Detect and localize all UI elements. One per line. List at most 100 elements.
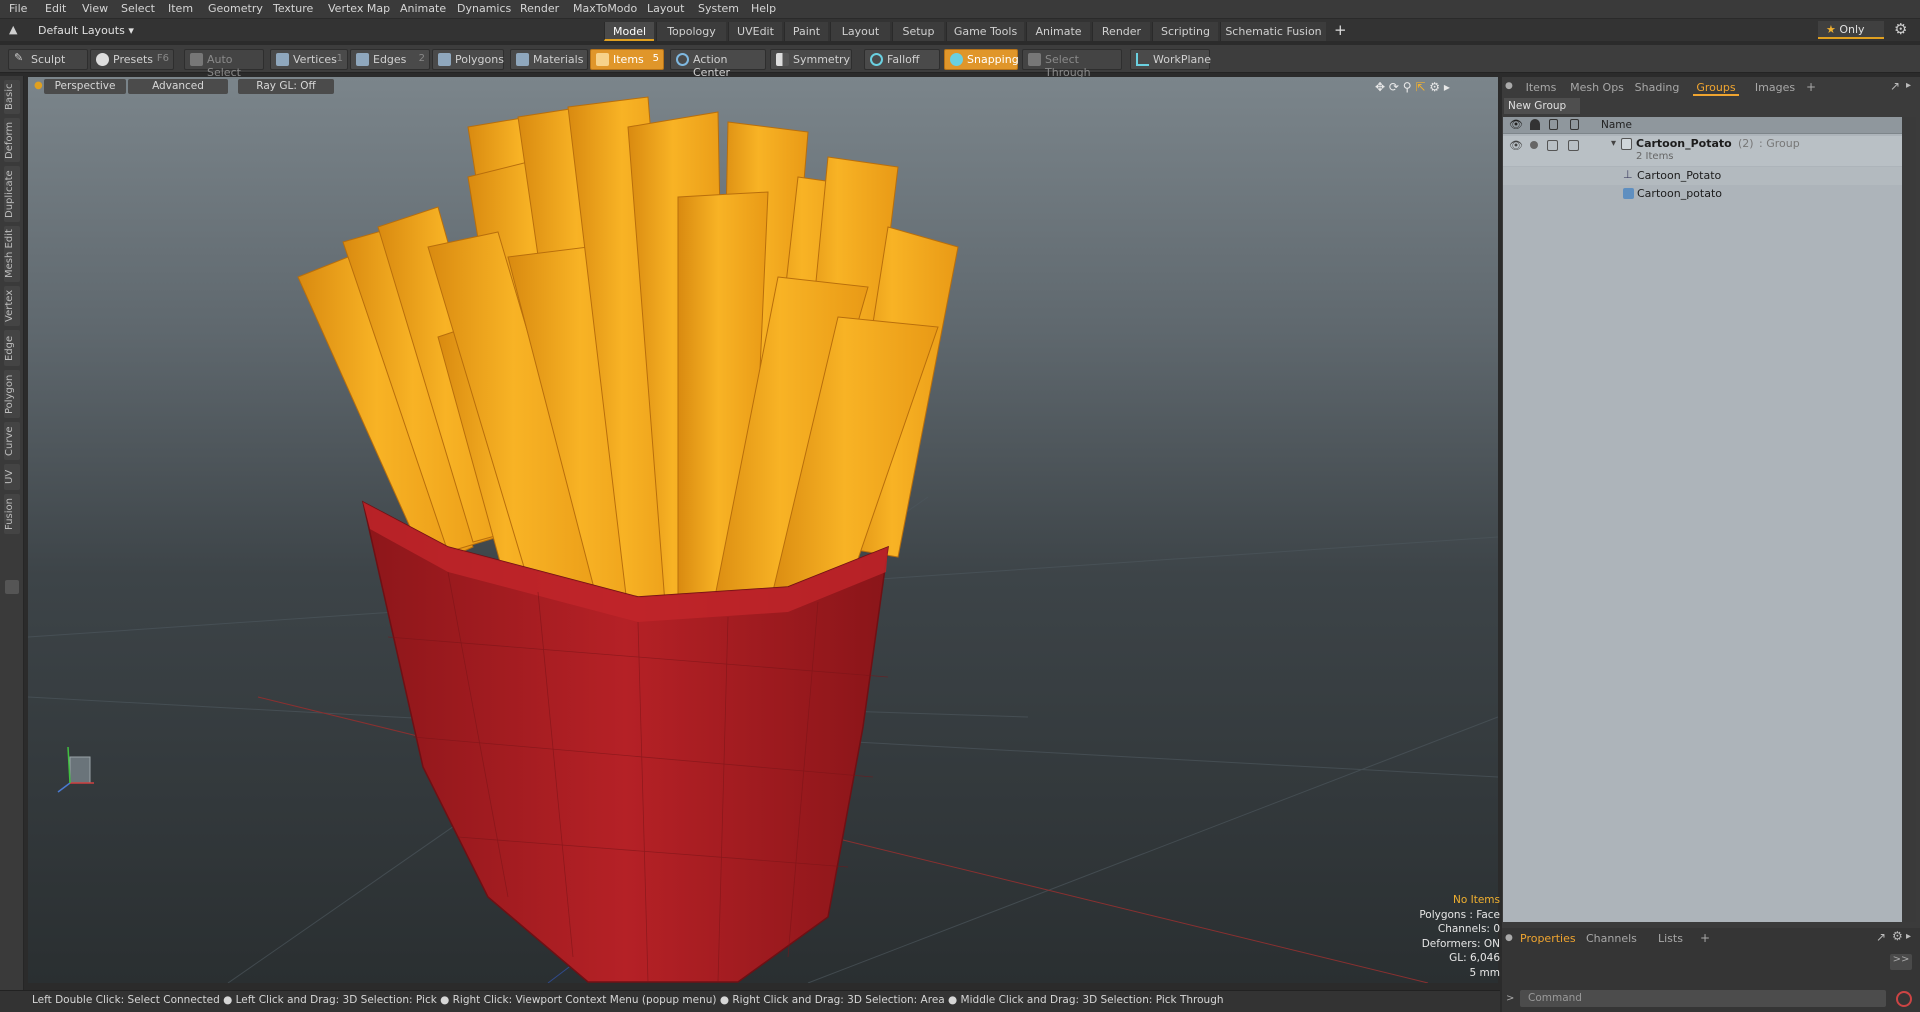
materials-button[interactable]: Materials [510,49,588,70]
falloff-button[interactable]: Falloff [864,49,940,70]
left-panel-toggle[interactable] [5,580,19,594]
fit-icon[interactable]: ⇱ [1415,80,1425,94]
bottom-gear-icon[interactable]: ⚙ [1892,929,1903,943]
menu-system[interactable]: System [698,2,739,15]
layout-selector[interactable]: Default Layouts ▾ [38,24,134,37]
tab-topology[interactable]: Topology [656,22,726,41]
3d-viewport[interactable] [28,77,1498,983]
visibility-column-icon[interactable]: 👁 [1509,118,1523,131]
tab-properties[interactable]: Properties [1520,932,1576,945]
menu-vertex-map[interactable]: Vertex Map [328,2,390,15]
tab-model[interactable]: Model [604,22,654,41]
menu-render[interactable]: Render [520,2,559,15]
left-tab-basic[interactable]: Basic [4,80,20,114]
lock-column-icon[interactable] [1549,119,1558,130]
gear-icon[interactable]: ⚙ [1894,20,1907,38]
left-tab-edge[interactable]: Edge [4,330,20,366]
menu-select[interactable]: Select [121,2,155,15]
name-column-header[interactable]: Name [1601,119,1632,131]
viewport-settings-icon[interactable]: ⚙ [1429,80,1440,94]
vertices-button[interactable]: Vertices 1 [270,49,348,70]
tab-schematic-fusion[interactable]: Schematic Fusion [1220,22,1326,41]
expand-properties-button[interactable]: >> [1890,954,1912,970]
left-tab-duplicate[interactable]: Duplicate [4,166,20,222]
tab-images[interactable]: Images [1752,79,1798,96]
presets-button[interactable]: Presets F6 [90,49,174,70]
left-tab-polygon[interactable]: Polygon [4,370,20,418]
bottom-expand-icon[interactable]: ↗ [1876,930,1886,944]
zoom-icon[interactable]: ⚲ [1403,80,1412,94]
groups-scrollbar[interactable] [1902,117,1916,922]
left-tab-vertex[interactable]: Vertex [4,286,20,326]
snapping-button[interactable]: Snapping [944,49,1019,70]
polygons-button[interactable]: Polygons [432,49,504,70]
menu-dynamics[interactable]: Dynamics [457,2,511,15]
tab-uvedit[interactable]: UVEdit [728,22,782,41]
left-tab-deform[interactable]: Deform [4,118,20,162]
menu-texture[interactable]: Texture [273,2,313,15]
expand-arrow-icon[interactable]: ▾ [1611,138,1616,149]
bottom-panel-menu-icon[interactable]: ● [1505,933,1513,943]
group-row[interactable]: 👁 ▾ Cartoon_Potato (2) : Group 2 Items [1503,136,1902,166]
list-item[interactable]: Cartoon_potato [1503,185,1902,203]
only-toggle[interactable]: ★ Only [1818,21,1884,39]
tab-lists[interactable]: Lists [1658,932,1683,945]
left-tab-fusion[interactable]: Fusion [4,494,20,534]
tab-items[interactable]: Items [1520,79,1562,96]
select-through-button[interactable]: Select Through [1022,49,1122,79]
layout-up-icon[interactable]: ▲ [9,23,17,36]
record-icon[interactable] [1896,991,1912,1007]
workplane-button[interactable]: WorkPlane [1130,49,1211,70]
menu-layout[interactable]: Layout [647,2,684,15]
add-bottom-tab-button[interactable]: + [1700,931,1710,945]
left-tab-curve[interactable]: Curve [4,422,20,460]
viewport-dot-icon[interactable]: ● [34,80,43,91]
new-group-button[interactable]: New Group [1504,98,1580,114]
eye-icon[interactable]: 👁 [1509,139,1523,152]
list-item[interactable]: ⊥ Cartoon_Potato [1503,167,1902,185]
tab-game-tools[interactable]: Game Tools [946,22,1024,41]
render-toggle-icon[interactable] [1530,141,1538,149]
render-column-icon[interactable] [1530,119,1540,130]
tab-shading[interactable]: Shading [1632,79,1682,96]
panel-menu-icon[interactable]: ● [1505,81,1513,91]
rotate-icon[interactable]: ⟳ [1389,80,1399,94]
menu-item[interactable]: Item [168,2,193,15]
items-button[interactable]: Items 5 [590,49,664,70]
tab-render[interactable]: Render [1092,22,1150,41]
menu-view[interactable]: View [82,2,108,15]
select-column-icon[interactable] [1570,119,1579,130]
edges-button[interactable]: Edges 2 [350,49,430,70]
auto-select-button[interactable]: Auto Select [184,49,264,79]
command-input[interactable]: Command [1520,990,1886,1007]
left-tab-uv[interactable]: UV [4,464,20,490]
tab-groups[interactable]: Groups [1693,79,1739,96]
panel-collapse-icon[interactable]: ▸ [1906,80,1911,91]
sculpt-button[interactable]: ✎ Sculpt [8,49,88,70]
tab-paint[interactable]: Paint [784,22,828,41]
menu-help[interactable]: Help [751,2,776,15]
add-tab-button[interactable]: + [1334,21,1347,39]
tab-scripting[interactable]: Scripting [1152,22,1218,41]
menu-file[interactable]: File [9,2,27,15]
view-mode-button[interactable]: Perspective [44,79,126,94]
menu-edit[interactable]: Edit [45,2,66,15]
bottom-collapse-icon[interactable]: ▸ [1906,931,1911,942]
add-panel-tab-button[interactable]: + [1806,80,1816,94]
shading-mode-button[interactable]: Advanced [128,79,228,94]
tab-layout[interactable]: Layout [830,22,890,41]
expand-icon[interactable]: ↗ [1890,79,1900,93]
action-center-button[interactable]: Action Center [670,49,766,79]
viewport-expand-icon[interactable]: ▸ [1444,80,1450,94]
pan-icon[interactable]: ✥ [1375,80,1385,94]
tab-animate[interactable]: Animate [1026,22,1090,41]
left-tab-mesh-edit[interactable]: Mesh Edit [4,226,20,282]
menu-geometry[interactable]: Geometry [208,2,263,15]
tab-channels[interactable]: Channels [1586,932,1637,945]
tab-mesh-ops[interactable]: Mesh Ops [1568,79,1626,96]
menu-maxtomodo[interactable]: MaxToModo [573,2,637,15]
raygl-button[interactable]: Ray GL: Off [238,79,334,94]
menu-animate[interactable]: Animate [400,2,446,15]
symmetry-button[interactable]: Symmetry [770,49,852,70]
tab-setup[interactable]: Setup [892,22,944,41]
